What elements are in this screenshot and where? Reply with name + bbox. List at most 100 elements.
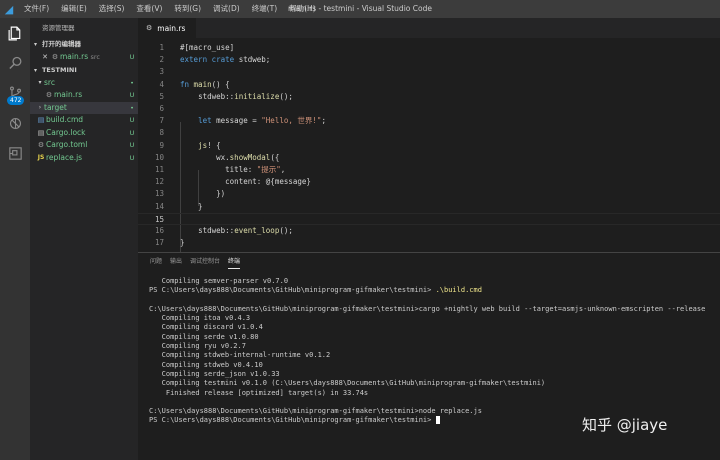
tree-file-replace-js[interactable]: JS replace.js U bbox=[30, 152, 138, 165]
line-number: 11 bbox=[154, 165, 164, 174]
code-line[interactable]: 12 content: @{message} bbox=[138, 176, 720, 188]
gear-icon: ⚙ bbox=[37, 141, 45, 149]
tree-file-cargo-lock[interactable]: ▤ Cargo.lock U bbox=[30, 127, 138, 140]
lock-file-icon: ▤ bbox=[37, 128, 45, 137]
code-line[interactable]: 8 bbox=[138, 127, 720, 139]
code-line[interactable]: 6 bbox=[138, 103, 720, 115]
code-text: stdweb::initialize(); bbox=[198, 91, 293, 101]
folder-label: TESTMINI bbox=[42, 65, 77, 74]
code-line[interactable]: 3 bbox=[138, 66, 720, 78]
cmd-file-icon: ▤ bbox=[37, 116, 45, 124]
tree-label: replace.js bbox=[46, 152, 83, 162]
chevron-down-icon: ▾ bbox=[38, 78, 42, 86]
line-number: 8 bbox=[159, 128, 164, 138]
tree-label: build.cmd bbox=[46, 115, 84, 124]
tab-output[interactable]: 输出 bbox=[170, 253, 182, 271]
tab-problems[interactable]: 问题 bbox=[150, 253, 162, 271]
source-control-icon[interactable]: 472 bbox=[0, 78, 30, 108]
chevron-down-icon: ▾ bbox=[34, 41, 38, 48]
menu-bar: 文件(F) 编辑(E) 选择(S) 查看(V) 转到(G) 调试(D) 终端(T… bbox=[18, 0, 322, 18]
line-number: 7 bbox=[159, 116, 164, 126]
tree-label: Cargo.toml bbox=[46, 140, 88, 149]
open-editor-item[interactable]: ✕ ⚙ main.rs src U bbox=[30, 51, 138, 64]
code-line[interactable]: 9 js! { bbox=[138, 140, 720, 152]
code-line[interactable]: 7 let message = "Hello, 世界!"; bbox=[138, 115, 720, 127]
git-status: U bbox=[129, 116, 135, 124]
code-editor[interactable]: 1 #[macro_use] 2 extern crate stdweb; 3 4 fn m… bbox=[138, 38, 720, 268]
folder-header[interactable]: ▾ TESTMINI bbox=[30, 64, 138, 77]
code-text: title: "提示", bbox=[180, 165, 286, 174]
code-text: stdweb::event_loop(); bbox=[198, 226, 293, 235]
title-bar: ◢ 文件(F) 编辑(E) 选择(S) 查看(V) 转到(G) 调试(D) 终端… bbox=[0, 0, 720, 18]
menu-edit[interactable]: 编辑(E) bbox=[55, 0, 93, 18]
terminal-line: Compiling stdweb-internal-runtime v0.1.2 bbox=[149, 351, 331, 360]
line-number: 14 bbox=[154, 201, 164, 211]
tree-file-cargo-toml[interactable]: ⚙ Cargo.toml U bbox=[30, 139, 138, 152]
code-line[interactable]: 1 #[macro_use] bbox=[138, 42, 720, 54]
menu-go[interactable]: 转到(G) bbox=[168, 0, 207, 18]
rust-file-icon: ⚙ bbox=[146, 24, 153, 32]
code-text: content: @{message} bbox=[180, 177, 311, 187]
line-number: 4 bbox=[159, 79, 164, 89]
files-icon[interactable] bbox=[0, 18, 30, 48]
terminal-line: Compiling semver-parser v0.7.0 bbox=[149, 277, 289, 285]
activity-bar: 472 bbox=[0, 18, 30, 460]
code-line[interactable]: 5 stdweb::initialize(); bbox=[138, 91, 720, 103]
code-line[interactable]: 14 } bbox=[138, 201, 720, 213]
code-line[interactable]: 16 stdweb::event_loop(); bbox=[138, 225, 720, 237]
menu-debug[interactable]: 调试(D) bbox=[207, 0, 246, 18]
line-number: 12 bbox=[154, 177, 164, 187]
code-text: }) bbox=[180, 189, 226, 199]
explorer-sidebar: 资源管理器 ▾ 打开的编辑器 ✕ ⚙ main.rs src U ▾ TESTM… bbox=[30, 18, 138, 460]
tree-file-build-cmd[interactable]: ▤ build.cmd U bbox=[30, 114, 138, 127]
close-icon[interactable]: ✕ bbox=[40, 51, 50, 64]
line-number: 5 bbox=[159, 91, 164, 101]
menu-terminal[interactable]: 终端(T) bbox=[246, 0, 283, 18]
terminal-line: PS C:\Users\days888\Documents\GitHub\min… bbox=[149, 286, 482, 295]
line-number: 16 bbox=[154, 226, 164, 235]
code-text: js! { bbox=[198, 140, 221, 150]
terminal-line: Compiling stdweb v0.4.10 bbox=[149, 360, 263, 369]
menu-selection[interactable]: 选择(S) bbox=[93, 0, 131, 18]
open-editor-filename: main.rs src bbox=[60, 52, 101, 61]
tree-label: target bbox=[44, 102, 67, 112]
debug-icon[interactable] bbox=[0, 108, 30, 138]
menu-view[interactable]: 查看(V) bbox=[130, 0, 168, 18]
open-editors-header[interactable]: ▾ 打开的编辑器 bbox=[30, 38, 138, 51]
git-status: U bbox=[129, 53, 135, 61]
line-number: 2 bbox=[159, 55, 164, 65]
js-file-icon: JS bbox=[37, 153, 45, 161]
code-line[interactable]: 10 wx.showModal({ bbox=[138, 152, 720, 164]
tree-folder-target[interactable]: › target • bbox=[30, 101, 138, 114]
line-number: 17 bbox=[154, 238, 164, 248]
tab-terminal[interactable]: 终端 bbox=[228, 256, 241, 269]
line-number: 6 bbox=[159, 104, 164, 113]
code-text: } bbox=[180, 238, 185, 248]
code-line[interactable]: 15 bbox=[138, 212, 720, 225]
code-line[interactable]: 13 }) bbox=[138, 188, 720, 200]
terminal-line: Finished release [optimized] target(s) i… bbox=[149, 388, 369, 397]
line-number: 15 bbox=[154, 214, 164, 224]
git-status: • bbox=[130, 103, 134, 112]
git-status: U bbox=[129, 141, 135, 149]
code-line[interactable]: 11 title: "提示", bbox=[138, 164, 720, 176]
terminal-line: Compiling serde_json v1.0.33 bbox=[149, 369, 280, 378]
rust-file-icon: ⚙ bbox=[45, 91, 53, 99]
menu-file[interactable]: 文件(F) bbox=[18, 0, 55, 18]
tree-file-main-rs[interactable]: ⚙ main.rs U bbox=[30, 89, 138, 102]
git-status: U bbox=[129, 128, 135, 137]
code-line[interactable]: 2 extern crate stdweb; bbox=[138, 54, 720, 66]
terminal-line: Compiling ryu v0.2.7 bbox=[149, 342, 246, 351]
terminal-output[interactable]: Compiling semver-parser v0.7.0 PS C:\User… bbox=[149, 277, 705, 426]
extensions-icon[interactable] bbox=[0, 138, 30, 168]
code-line[interactable]: 17} bbox=[138, 237, 720, 249]
tree-folder-src[interactable]: ▾ src • bbox=[30, 77, 138, 90]
tab-main-rs[interactable]: ⚙ main.rs bbox=[138, 18, 196, 38]
code-line[interactable]: 4 fn main() { bbox=[138, 79, 720, 91]
open-editors-label: 打开的编辑器 bbox=[42, 40, 81, 48]
tab-debug-console[interactable]: 调试控制台 bbox=[190, 253, 220, 271]
search-icon[interactable] bbox=[0, 48, 30, 78]
menu-help[interactable]: 帮助(H) bbox=[283, 0, 322, 18]
editor-tab-bar: ⚙ main.rs bbox=[138, 18, 720, 38]
panel-tabs: 问题 输出 调试控制台 终端 bbox=[138, 253, 720, 271]
